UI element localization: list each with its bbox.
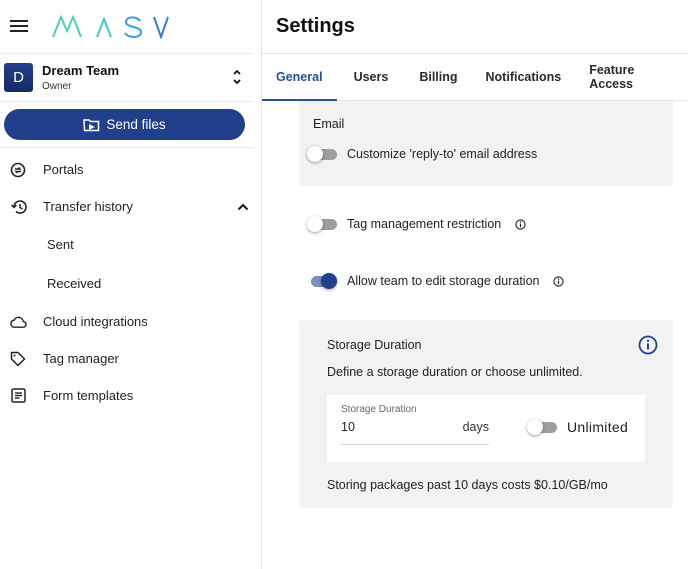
- storage-description: Define a storage duration or choose unli…: [327, 365, 583, 379]
- tag-icon: [9, 350, 27, 368]
- storage-duration-panel: Storage Duration Define a storage durati…: [299, 320, 673, 508]
- sidebar-item-label: Tag manager: [43, 351, 119, 366]
- chevron-up-icon[interactable]: [237, 200, 249, 215]
- sidebar-topbar: [0, 0, 253, 54]
- menu-icon[interactable]: [10, 20, 28, 33]
- team-role: Owner: [42, 80, 72, 92]
- tag-restriction-label: Tag management restriction: [347, 217, 502, 231]
- storage-duration-input[interactable]: 10: [341, 420, 355, 434]
- tag-restriction-setting: Tag management restriction: [307, 216, 526, 232]
- reply-to-toggle[interactable]: [307, 146, 337, 162]
- tab-notifications[interactable]: Notifications: [472, 54, 576, 100]
- info-icon[interactable]: [515, 218, 526, 230]
- send-files-button[interactable]: Send files: [4, 109, 245, 140]
- storage-duration-field-label: Storage Duration: [341, 404, 417, 415]
- tab-general[interactable]: General: [262, 54, 337, 101]
- edit-storage-setting: Allow team to edit storage duration: [307, 273, 565, 289]
- sidebar-item-transfer-history[interactable]: Transfer history: [0, 188, 261, 225]
- reply-to-setting: Customize 'reply-to' email address: [307, 146, 537, 162]
- sidebar-item-label: Form templates: [43, 388, 134, 403]
- team-switcher[interactable]: D Dream Team Owner: [0, 54, 253, 102]
- sidebar-item-label: Cloud integrations: [43, 314, 148, 329]
- email-settings-panel: Email Customize 'reply-to' email address: [299, 101, 673, 186]
- portals-icon: [9, 161, 27, 179]
- storage-duration-field[interactable]: Storage Duration 10 days: [341, 404, 489, 445]
- unlimited-label: Unlimited: [567, 419, 629, 435]
- storage-duration-form: Storage Duration 10 days Unlimited: [327, 395, 645, 462]
- edit-storage-toggle[interactable]: [307, 273, 337, 289]
- send-files-icon: [83, 118, 100, 131]
- unlimited-toggle[interactable]: [527, 419, 557, 435]
- unfold-icon[interactable]: [227, 68, 247, 88]
- sidebar-subitem-label: Sent: [47, 237, 74, 252]
- storage-duration-unit: days: [462, 420, 489, 434]
- info-circle-icon[interactable]: [638, 335, 658, 355]
- sidebar-subitem-label: Received: [47, 276, 102, 291]
- email-heading: Email: [313, 117, 345, 131]
- tag-restriction-toggle[interactable]: [307, 216, 337, 232]
- sidebar-item-form-templates[interactable]: Form templates: [0, 377, 261, 414]
- storage-heading: Storage Duration: [327, 338, 422, 352]
- team-name: Dream Team: [42, 62, 120, 78]
- sidebar-item-cloud-integrations[interactable]: Cloud integrations: [0, 303, 261, 340]
- sidebar-subitem-sent[interactable]: Sent: [0, 225, 261, 264]
- page-title: Settings: [262, 0, 688, 54]
- sidebar: D Dream Team Owner Send files Portals Tr…: [0, 0, 262, 569]
- tab-billing[interactable]: Billing: [405, 54, 471, 100]
- sidebar-item-label: Transfer history: [43, 199, 133, 214]
- form-icon: [9, 387, 27, 405]
- info-icon[interactable]: [553, 275, 565, 287]
- sidebar-item-label: Portals: [43, 162, 84, 177]
- reply-to-label: Customize 'reply-to' email address: [347, 147, 538, 161]
- cloud-icon: [9, 313, 27, 331]
- sidebar-item-portals[interactable]: Portals: [0, 151, 261, 188]
- storage-cost-note: Storing packages past 10 days costs $0.1…: [327, 478, 608, 492]
- settings-tabs: General Users Billing Notifications Feat…: [262, 54, 688, 101]
- unlimited-setting: Unlimited: [527, 419, 628, 435]
- tab-users[interactable]: Users: [337, 54, 406, 100]
- history-icon: [9, 198, 27, 216]
- team-avatar: D: [4, 63, 33, 92]
- tab-feature-access[interactable]: Feature Access: [575, 54, 688, 100]
- edit-storage-label: Allow team to edit storage duration: [347, 274, 540, 288]
- sidebar-subitem-received[interactable]: Received: [0, 264, 261, 303]
- sidebar-item-tag-manager[interactable]: Tag manager: [0, 340, 261, 377]
- send-files-label: Send files: [106, 117, 166, 132]
- main-content: Settings General Users Billing Notificat…: [262, 0, 688, 569]
- masv-logo[interactable]: [52, 14, 170, 39]
